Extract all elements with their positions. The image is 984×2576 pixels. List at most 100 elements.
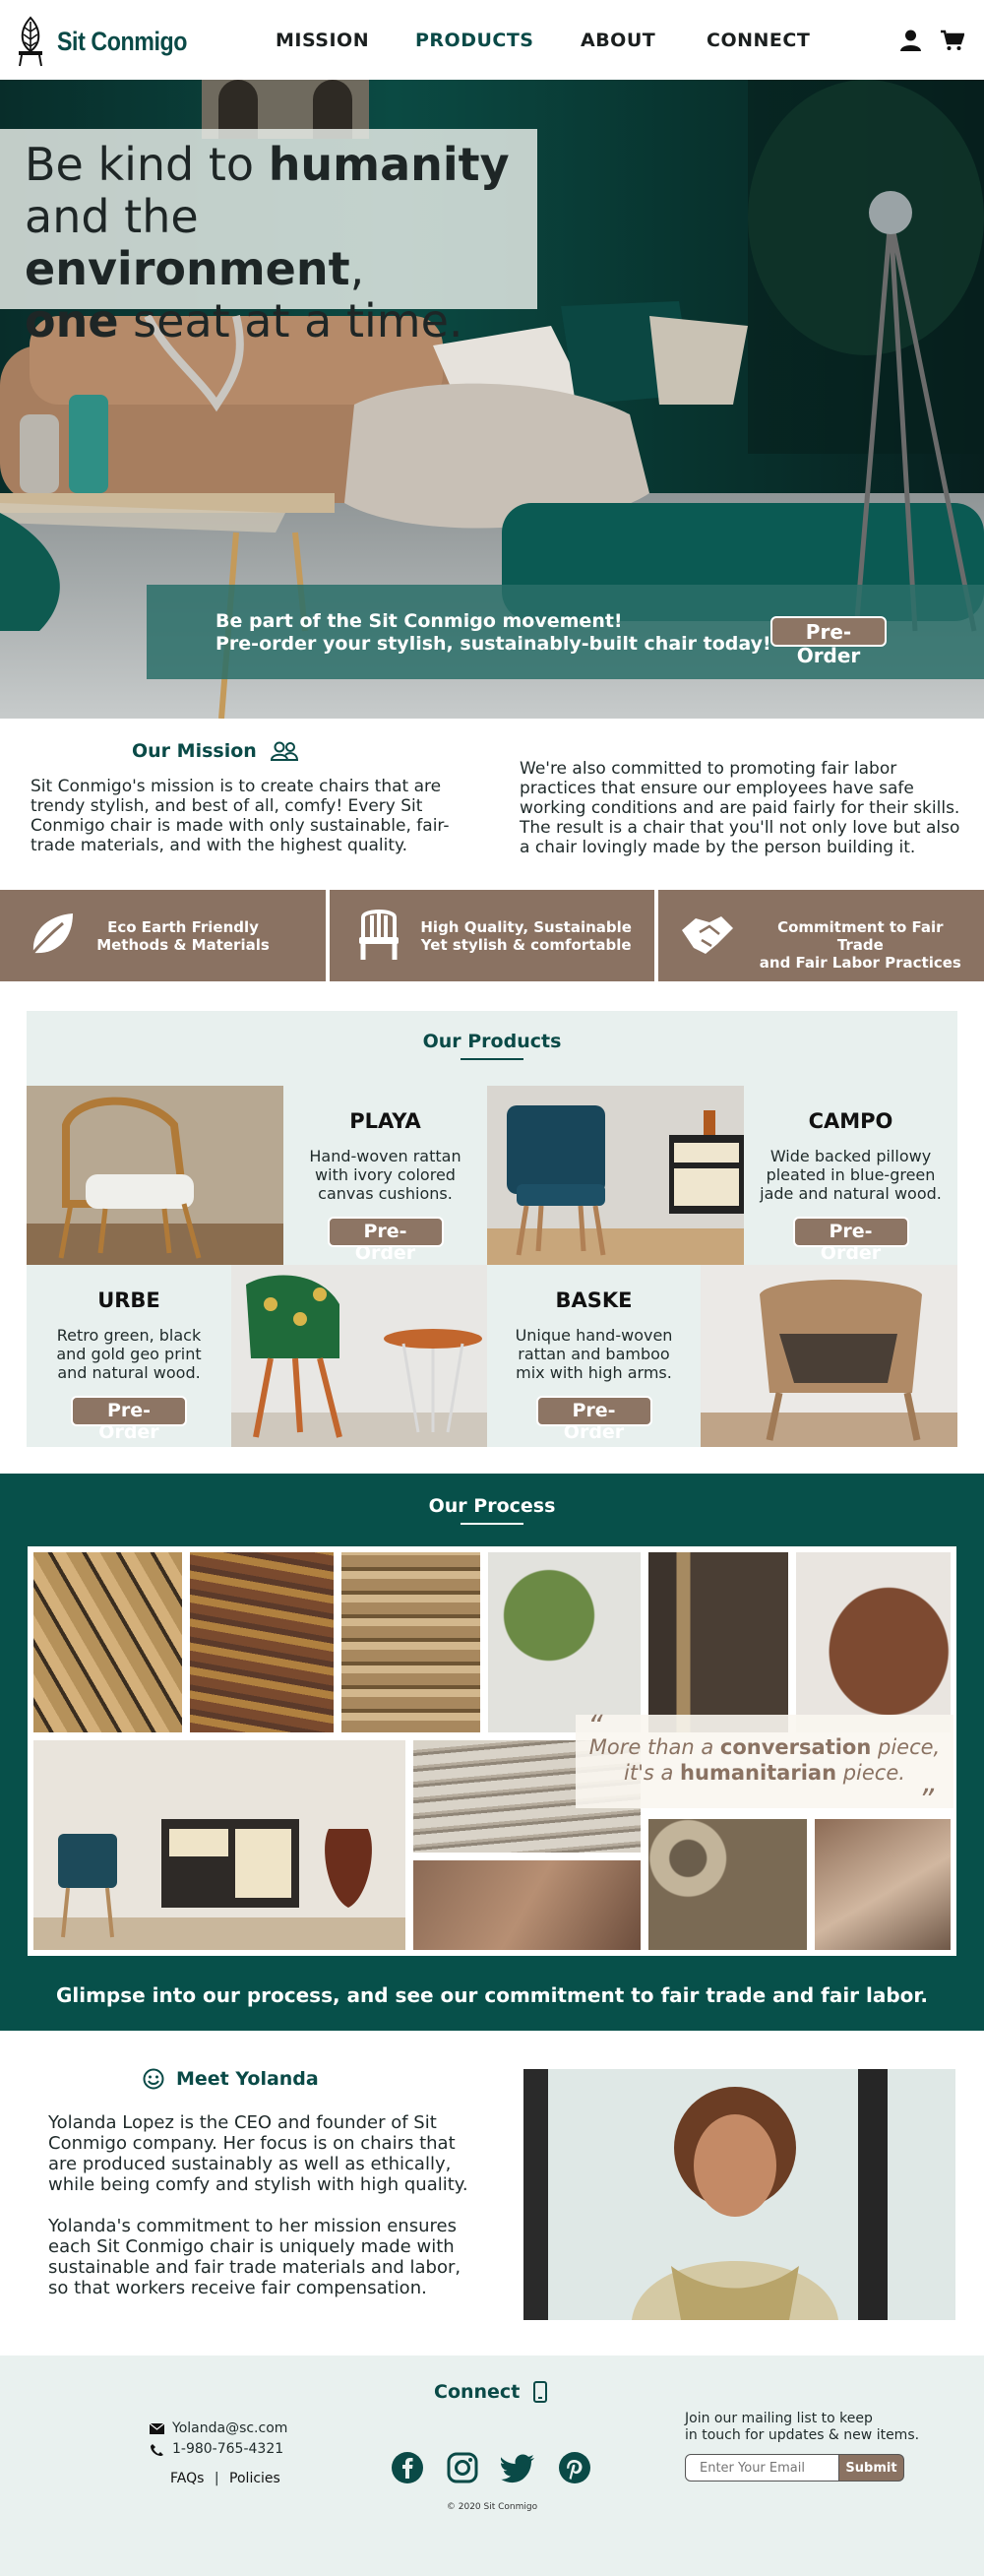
baske-photo: [701, 1265, 957, 1447]
contact-phone[interactable]: 1-980-765-4321: [172, 2439, 283, 2460]
nav-about[interactable]: ABOUT: [581, 30, 655, 51]
contact-info: Yolanda@sc.com 1-980-765-4321: [150, 2419, 287, 2460]
products-section: Our Products PLAYA Hand-woven rattan wit…: [27, 1011, 957, 1447]
campo-photo: [487, 1086, 744, 1265]
process-collage: “ More than a conversation piece, it's a…: [28, 1546, 956, 1956]
furniture-room-photo: [33, 1740, 405, 1950]
connect-heading: Connect: [434, 2381, 548, 2403]
product-name: URBE: [97, 1288, 160, 1312]
facebook-icon[interactable]: [391, 2451, 424, 2484]
phone-icon: [533, 2381, 548, 2403]
product-name: BASKE: [555, 1288, 633, 1312]
nav-mission[interactable]: MISSION: [276, 30, 369, 51]
logo[interactable]: Sit Conmigo: [14, 16, 208, 67]
process-caption: Glimpse into our process, and see our co…: [55, 1983, 929, 2007]
baske-card: BASKE Unique hand-woven rattan and bambo…: [487, 1265, 701, 1447]
fabric-stack-photo: [190, 1552, 334, 1732]
woven-texture-photo: [33, 1552, 182, 1732]
yolanda-photo: [523, 2069, 955, 2320]
fabric-rolls-photo: [648, 1819, 807, 1950]
urbe-card: URBE Retro green, black and gold geo pri…: [27, 1265, 231, 1447]
campo-preorder-button[interactable]: Pre-Order: [792, 1217, 909, 1264]
copyright: © 2020 Sit Conmigo: [446, 2502, 538, 2512]
campo-card: CAMPO Wide backed pillowy pleated in blu…: [744, 1086, 957, 1265]
page: Sit Conmigo MISSION PRODUCTS ABOUT CONNE…: [0, 0, 984, 2576]
social-links: [391, 2451, 591, 2484]
feature-fair-trade: Commitment to Fair Trade and Fair Labor P…: [658, 890, 984, 981]
close-quote-icon: ”: [918, 1784, 934, 1818]
nav-connect[interactable]: CONNECT: [707, 30, 810, 51]
process-heading: Our Process: [0, 1495, 984, 1525]
plant-rattan-photo: [488, 1552, 641, 1732]
products-heading: Our Products: [27, 1031, 957, 1060]
product-name: CAMPO: [808, 1109, 893, 1133]
weaving-hands-photo: [413, 1860, 641, 1950]
mail-icon: [150, 2423, 164, 2434]
urbe-preorder-button[interactable]: Pre-Order: [71, 1396, 187, 1443]
cart-icon[interactable]: [941, 30, 964, 51]
hero: Be kind to humanity and the environment,…: [0, 80, 984, 719]
open-quote-icon: “: [587, 1710, 603, 1744]
site-header: Sit Conmigo MISSION PRODUCTS ABOUT CONNE…: [0, 0, 984, 80]
product-name: PLAYA: [349, 1109, 421, 1133]
yolanda-title: Meet Yolanda: [176, 2068, 319, 2090]
features-strip: Eco Earth Friendly Methods & Materials Hi…: [0, 890, 984, 981]
policies-link[interactable]: Policies: [229, 2471, 280, 2486]
geo-print-chair-image: [231, 1265, 487, 1447]
handshake-icon: [682, 916, 734, 954]
process-title: Our Process: [428, 1495, 556, 1517]
preorder-banner: Be part of the Sit Conmigo movement! Pre…: [147, 585, 984, 679]
link-separator: |: [214, 2471, 219, 2486]
header-icons: [900, 30, 964, 51]
wood-planks-photo: [341, 1552, 480, 1732]
process-section: Our Process “ More than a conversation p…: [0, 1474, 984, 2031]
mission-heading: Our Mission: [132, 740, 298, 762]
instagram-icon[interactable]: [446, 2451, 479, 2484]
leather-pillow-photo: [796, 1552, 951, 1732]
connect-title: Connect: [434, 2381, 521, 2403]
product-desc: Wide backed pillowy pleated in blue-gree…: [760, 1147, 942, 1203]
leaf-logo-icon: [19, 16, 42, 67]
blue-chair-image: [487, 1086, 744, 1265]
pinterest-icon[interactable]: [558, 2451, 591, 2484]
hero-preorder-button[interactable]: Pre-Order: [770, 616, 887, 667]
mission-text-right: We're also committed to promoting fair l…: [520, 759, 960, 857]
yolanda-bio: Yolanda Lopez is the CEO and founder of …: [48, 2112, 481, 2298]
smile-icon: [143, 2068, 164, 2090]
playa-card: PLAYA Hand-woven rattan with ivory color…: [283, 1086, 487, 1265]
faqs-link[interactable]: FAQs: [170, 2471, 204, 2486]
bio-paragraph-1: Yolanda Lopez is the CEO and founder of …: [48, 2112, 468, 2195]
baske-preorder-button[interactable]: Pre-Order: [535, 1396, 652, 1443]
legal-links: FAQs | Policies: [170, 2471, 280, 2486]
title-underline: [461, 1523, 523, 1525]
craft-hands-photo: [815, 1819, 951, 1950]
site-footer: Connect Yolanda@sc.com 1-980-765-4321 FA…: [0, 2356, 984, 2576]
wicker-chair-image: [701, 1265, 957, 1447]
brand-name: Sit Conmigo: [57, 26, 187, 56]
mission-text-left: Sit Conmigo's mission is to create chair…: [31, 777, 450, 855]
leaf-icon: [28, 913, 73, 958]
user-icon[interactable]: [900, 30, 921, 51]
product-desc: Hand-woven rattan with ivory colored can…: [309, 1147, 461, 1203]
rattan-chair-image: [27, 1086, 283, 1265]
playa-preorder-button[interactable]: Pre-Order: [327, 1217, 444, 1264]
mission-title: Our Mission: [132, 740, 257, 762]
chair-icon: [358, 910, 399, 960]
mailing-list-text: Join our mailing list to keep in touch f…: [685, 2411, 920, 2443]
feature-eco: Eco Earth Friendly Methods & Materials: [0, 890, 326, 981]
products-title: Our Products: [422, 1031, 562, 1052]
bio-paragraph-2: Yolanda's commitment to her mission ensu…: [48, 2216, 461, 2298]
hero-title-box: Be kind to humanity and the environment,…: [0, 129, 537, 347]
feature-quality: High Quality, Sustainable Yet stylish & c…: [329, 890, 655, 981]
mailing-form: Submit: [685, 2454, 904, 2482]
contact-email[interactable]: Yolanda@sc.com: [172, 2419, 287, 2439]
playa-photo: [27, 1086, 283, 1265]
email-field[interactable]: [685, 2454, 839, 2482]
urbe-photo: [231, 1265, 487, 1447]
hero-title: Be kind to humanity and the environment,…: [25, 138, 510, 347]
nav-products[interactable]: PRODUCTS: [415, 30, 534, 51]
submit-button[interactable]: Submit: [839, 2454, 904, 2482]
people-icon: [270, 741, 298, 761]
process-quote: “ More than a conversation piece, it's a…: [576, 1710, 953, 1816]
twitter-icon[interactable]: [501, 2451, 536, 2484]
